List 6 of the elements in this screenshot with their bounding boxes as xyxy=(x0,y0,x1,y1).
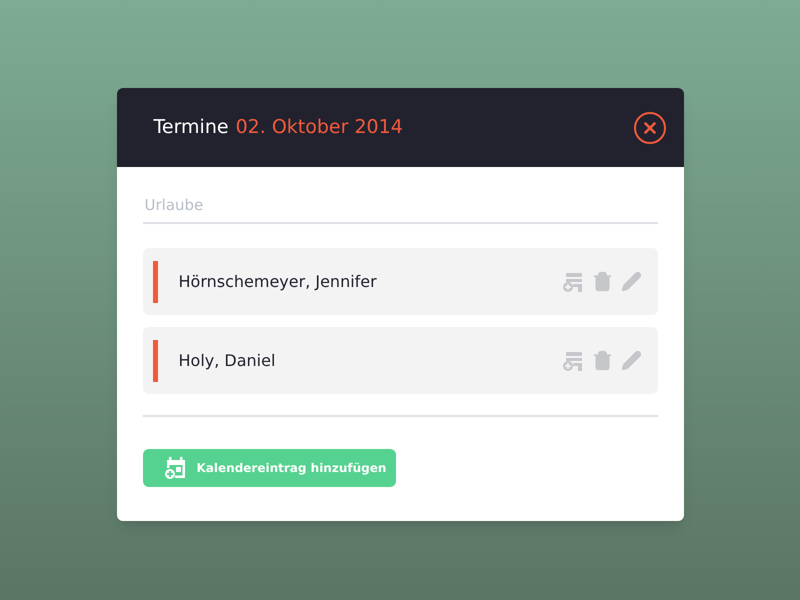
add-entry-button[interactable]: Kalendereintrag hinzufügen xyxy=(142,449,396,487)
dialog-title: Termine xyxy=(154,115,229,140)
person-name: Hörnschemeyer, Jennifer xyxy=(178,270,378,292)
section-heading: Urlaube xyxy=(144,196,204,214)
person-name: Holy, Daniel xyxy=(178,350,276,372)
dialog-date: 02. Oktober 2014 xyxy=(236,115,403,140)
